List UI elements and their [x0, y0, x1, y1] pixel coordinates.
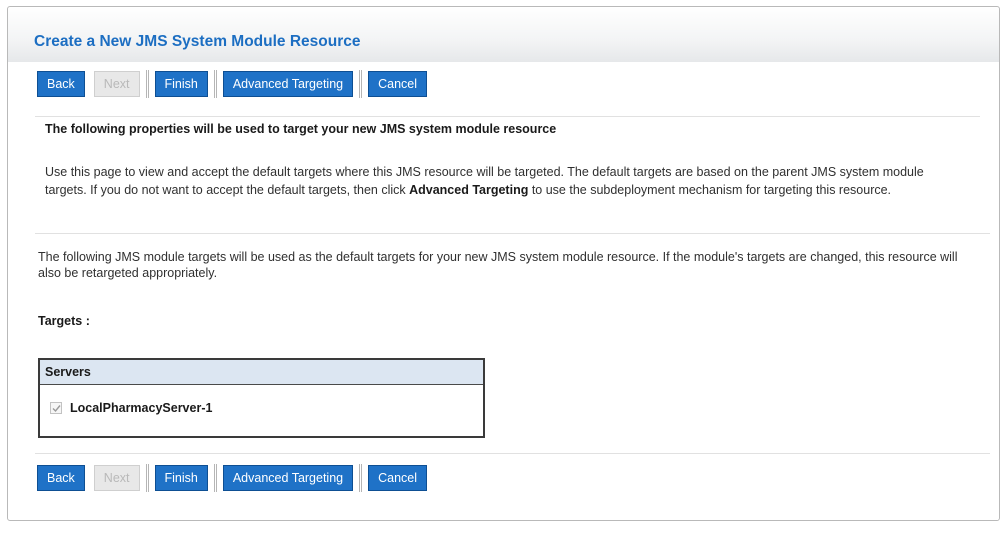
server-name: LocalPharmacyServer-1	[70, 401, 213, 415]
cancel-button[interactable]: Cancel	[368, 465, 428, 491]
server-checkbox[interactable]	[50, 402, 62, 414]
button-separator	[213, 70, 217, 98]
description-text-end: to use the subdeployment mechanism for t…	[528, 183, 892, 197]
servers-column-header: Servers	[40, 360, 483, 385]
button-separator	[213, 464, 217, 492]
default-targets-info: The following JMS module targets will be…	[38, 250, 958, 280]
section-description: Use this page to view and accept the def…	[45, 163, 960, 199]
finish-button[interactable]: Finish	[154, 465, 208, 491]
page-frame: Create a New JMS System Module Resource …	[7, 6, 1000, 521]
targets-label: Targets :	[38, 314, 90, 328]
page-title: Create a New JMS System Module Resource	[34, 33, 361, 50]
cancel-button[interactable]: Cancel	[368, 71, 428, 97]
back-button[interactable]: Back	[37, 465, 85, 491]
back-button[interactable]: Back	[37, 71, 85, 97]
button-separator	[145, 464, 149, 492]
divider	[35, 453, 990, 454]
section-heading: The following properties will be used to…	[45, 122, 557, 136]
divider	[35, 116, 980, 117]
table-row: LocalPharmacyServer-1	[50, 401, 212, 415]
bottom-button-bar: Back Next Finish Advanced Targeting Canc…	[37, 464, 428, 492]
button-separator	[359, 464, 363, 492]
advanced-targeting-button[interactable]: Advanced Targeting	[222, 71, 354, 97]
next-button: Next	[93, 465, 140, 491]
advanced-targeting-button[interactable]: Advanced Targeting	[222, 465, 354, 491]
button-separator	[359, 70, 363, 98]
checkmark-icon	[52, 405, 61, 413]
divider	[35, 233, 990, 234]
next-button: Next	[93, 71, 140, 97]
button-separator	[145, 70, 149, 98]
finish-button[interactable]: Finish	[154, 71, 208, 97]
servers-table: Servers LocalPharmacyServer-1	[38, 358, 485, 438]
advanced-targeting-emphasis: Advanced Targeting	[409, 183, 529, 197]
top-button-bar: Back Next Finish Advanced Targeting Canc…	[37, 70, 428, 98]
